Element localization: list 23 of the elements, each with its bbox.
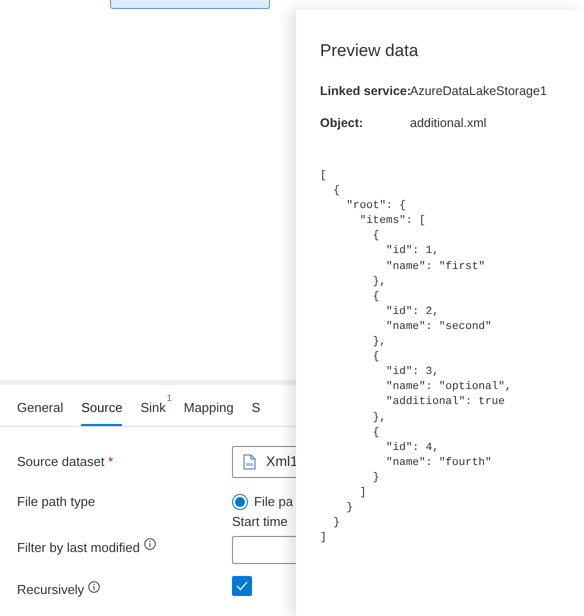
panel-title: Preview data bbox=[320, 40, 420, 62]
checkbox[interactable] bbox=[232, 576, 252, 596]
tab[interactable]: S bbox=[252, 392, 260, 426]
checkmark-icon bbox=[236, 581, 248, 591]
radio-option[interactable]: File pa bbox=[232, 492, 294, 512]
field-label: File path type bbox=[17, 493, 96, 512]
info-icon bbox=[88, 580, 100, 593]
tab[interactable]: Mapping bbox=[184, 392, 234, 426]
tab[interactable]: General bbox=[17, 392, 64, 426]
field-label: Start time bbox=[232, 512, 289, 530]
field-label: Linked service: bbox=[320, 82, 410, 98]
notification-count: 1 bbox=[166, 392, 172, 405]
tab[interactable]: Source bbox=[81, 392, 122, 426]
file-icon bbox=[243, 454, 256, 470]
json-preview: [ { "root": { "items": [ { "id": 1, "name": "first" }, { "id": 2, "name": "second" }, { "id": 3, "name": "optional", "additional": true }, { "id": 4, "name": "fourth" } ] } } ] bbox=[320, 169, 512, 546]
field-label: Source dataset * bbox=[17, 452, 114, 471]
field-value: AzureDataLakeStorage1 bbox=[410, 82, 547, 100]
radio-button[interactable] bbox=[232, 494, 248, 510]
field-label: Recursively bbox=[17, 580, 232, 600]
info-icon bbox=[144, 538, 156, 550]
field-value: additional.xml bbox=[410, 115, 486, 132]
field-label: Filter by last modified bbox=[17, 538, 232, 557]
field-label: Object: bbox=[320, 115, 364, 132]
